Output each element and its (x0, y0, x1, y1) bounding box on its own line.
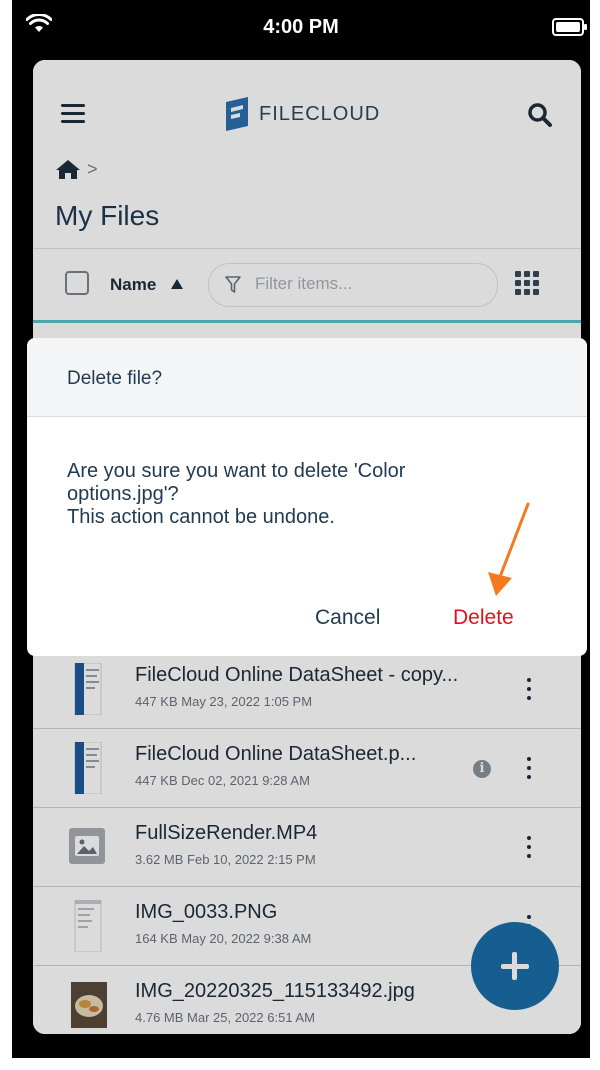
cancel-button[interactable]: Cancel (315, 606, 380, 630)
dialog-message: Are you sure you want to delete 'Color o… (67, 460, 547, 529)
status-time: 4:00 PM (263, 16, 339, 38)
delete-button[interactable]: Delete (453, 606, 514, 630)
dialog-message-line: This action cannot be undone. (67, 506, 335, 528)
delete-confirmation-dialog: Delete file? Are you sure you want to de… (27, 338, 587, 656)
battery-icon (552, 18, 587, 36)
bottom-bezel (0, 1058, 600, 1070)
annotation-arrow-icon (488, 502, 530, 596)
dialog-title: Delete file? (67, 368, 163, 389)
dialog-message-line: Are you sure you want to delete 'Color (67, 460, 406, 482)
right-bezel (590, 0, 600, 1070)
left-bezel (0, 0, 12, 1070)
status-bar: 4:00 PM (12, 0, 590, 58)
dialog-header: Delete file? (27, 338, 587, 417)
dialog-message-line: options.jpg'? (67, 483, 179, 505)
